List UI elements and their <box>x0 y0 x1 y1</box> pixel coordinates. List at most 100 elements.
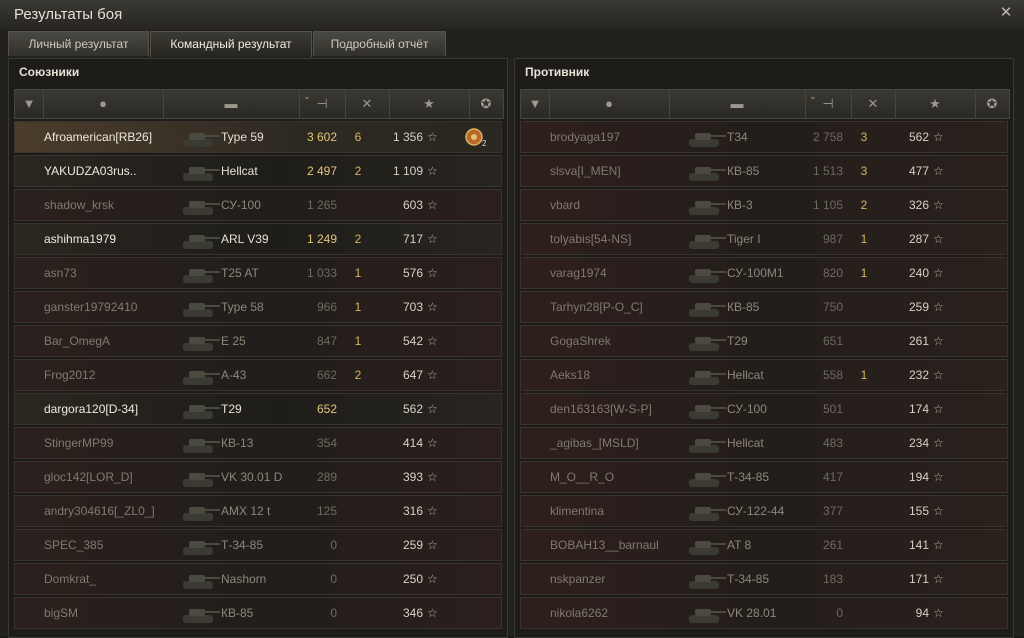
xp-value: 562 <box>402 402 423 416</box>
tab-personal-result[interactable]: Личный результат <box>8 31 149 56</box>
xp-value: 261 <box>908 334 929 348</box>
player-name: tolyabis[54-NS] <box>550 232 632 246</box>
damage-value: 1 513 <box>812 164 843 178</box>
damage-value: 966 <box>316 300 337 314</box>
player-name: nskpanzer <box>550 572 606 586</box>
close-icon[interactable]: ✕ <box>998 5 1014 21</box>
damage-value: 0 <box>330 606 337 620</box>
player-row[interactable]: YAKUDZA03rus.. Hellcat 2 497 2 1 109 ☆ <box>14 155 502 187</box>
xp-star-icon[interactable]: ★ <box>895 90 976 118</box>
player-row[interactable]: _agibas_[MSLD] Hellcat 483 234 ☆ <box>520 427 1008 459</box>
tank-name: Т-34-85 <box>727 470 770 484</box>
medal-icon[interactable]: ✪ <box>469 90 504 118</box>
player-row[interactable]: den163163[W-S-P] СУ-100 501 174 ☆ <box>520 393 1008 425</box>
player-row[interactable]: nikola6262 VK 28.01 0 94 ☆ <box>520 597 1008 629</box>
medal-icon[interactable]: ✪ <box>975 90 1010 118</box>
player-row[interactable]: Frog2012 A-43 662 2 647 ☆ <box>14 359 502 391</box>
damage-icon[interactable]: ⊣ ⌄ <box>805 90 852 118</box>
player-name: vbard <box>550 198 581 212</box>
player-row[interactable]: StingerMP99 КВ-13 354 414 ☆ <box>14 427 502 459</box>
tier-icon[interactable]: ▼ <box>521 90 550 118</box>
player-name: ganster19792410 <box>44 300 138 314</box>
tank-icon <box>689 303 726 317</box>
tank-icon <box>183 235 220 249</box>
damage-value: 662 <box>316 368 337 382</box>
xp-star-icon: ☆ <box>427 606 438 620</box>
tank-name: КВ-85 <box>727 300 760 314</box>
player-icon[interactable]: ● <box>43 90 164 118</box>
player-name: _agibas_[MSLD] <box>550 436 639 450</box>
player-row[interactable]: slsva[I_MEN] КВ-85 1 513 3 477 ☆ <box>520 155 1008 187</box>
tank-name: T29 <box>221 402 242 416</box>
kills-value: 3 <box>860 130 868 144</box>
damage-value: 501 <box>822 402 843 416</box>
kills-value: 1 <box>860 266 868 280</box>
damage-icon[interactable]: ⊣ ⌄ <box>299 90 346 118</box>
player-row[interactable]: brodyaga197 T34 2 758 3 562 ☆ <box>520 121 1008 153</box>
player-row[interactable]: asn73 T25 AT 1 033 1 576 ☆ <box>14 257 502 289</box>
xp-star-icon: ☆ <box>933 504 944 518</box>
tank-icon <box>689 541 726 555</box>
player-row[interactable]: nskpanzer Т-34-85 183 171 ☆ <box>520 563 1008 595</box>
player-row[interactable]: SPEC_385 Т-34-85 0 259 ☆ <box>14 529 502 561</box>
player-row[interactable]: Domkrat_ Nashorn 0 250 ☆ <box>14 563 502 595</box>
tab-team-result[interactable]: Командный результат <box>150 31 312 57</box>
tank-icon <box>689 269 726 283</box>
damage-value: 1 105 <box>812 198 843 212</box>
tab-detailed-report[interactable]: Подробный отчёт <box>313 31 446 56</box>
damage-value: 183 <box>822 572 843 586</box>
player-row[interactable]: varag1974 СУ-100М1 820 1 240 ☆ <box>520 257 1008 289</box>
xp-star-icon: ☆ <box>427 300 438 314</box>
tank-icon <box>183 405 220 419</box>
tank-icon <box>183 303 220 317</box>
kills-icon[interactable]: ✕ <box>851 90 896 118</box>
tank-icon[interactable]: ▬ <box>669 90 806 118</box>
player-row[interactable]: Tarhyn28[P-O_C] КВ-85 750 259 ☆ <box>520 291 1008 323</box>
tank-name: VK 28.01 <box>727 606 777 620</box>
xp-value: 346 <box>402 606 423 620</box>
player-row[interactable]: M_O__R_O Т-34-85 417 194 ☆ <box>520 461 1008 493</box>
player-name: Tarhyn28[P-O_C] <box>550 300 643 314</box>
player-row[interactable]: vbard КВ-3 1 105 2 326 ☆ <box>520 189 1008 221</box>
player-row[interactable]: ashihma1979 ARL V39 1 249 2 717 ☆ <box>14 223 502 255</box>
tank-name: Hellcat <box>727 436 764 450</box>
player-row[interactable]: gloc142[LOR_D] VK 30.01 D 289 393 ☆ <box>14 461 502 493</box>
xp-star-icon: ☆ <box>427 198 438 212</box>
tank-icon <box>689 201 726 215</box>
tank-icon <box>183 439 220 453</box>
player-name: dargora120[D-34] <box>44 402 139 416</box>
xp-value: 603 <box>402 198 423 212</box>
player-name: StingerMP99 <box>44 436 114 450</box>
kills-value: 2 <box>354 232 362 246</box>
damage-value: 483 <box>822 436 843 450</box>
tank-icon[interactable]: ▬ <box>163 90 300 118</box>
xp-star-icon: ☆ <box>427 130 438 144</box>
tank-name: СУ-122-44 <box>727 504 785 518</box>
tier-icon[interactable]: ▼ <box>15 90 44 118</box>
tank-icon <box>183 133 220 147</box>
xp-star-icon[interactable]: ★ <box>389 90 470 118</box>
player-row[interactable]: ganster19792410 Type 58 966 1 703 ☆ <box>14 291 502 323</box>
player-icon[interactable]: ● <box>549 90 670 118</box>
player-name: Frog2012 <box>44 368 96 382</box>
player-row[interactable]: BOBAH13__barnaul AT 8 261 141 ☆ <box>520 529 1008 561</box>
player-row[interactable]: shadow_krsk СУ-100 1 265 603 ☆ <box>14 189 502 221</box>
kills-icon[interactable]: ✕ <box>345 90 390 118</box>
xp-star-icon: ☆ <box>427 436 438 450</box>
kills-value: 1 <box>354 300 362 314</box>
player-row[interactable]: Afroamerican[RB26] Type 59 3 602 6 1 356 ☆ 2 <box>14 121 502 153</box>
player-name: gloc142[LOR_D] <box>44 470 133 484</box>
tank-icon <box>183 371 220 385</box>
player-row[interactable]: GogaShrek T29 651 261 ☆ <box>520 325 1008 357</box>
player-row[interactable]: Bar_OmegA E 25 847 1 542 ☆ <box>14 325 502 357</box>
player-row[interactable]: klimentina СУ-122-44 377 155 ☆ <box>520 495 1008 527</box>
player-row[interactable]: Aeks18 Hellcat 558 1 232 ☆ <box>520 359 1008 391</box>
tank-icon <box>183 575 220 589</box>
player-row[interactable]: bigSM КВ-85 0 346 ☆ <box>14 597 502 629</box>
player-row[interactable]: tolyabis[54-NS] Tiger I 987 1 287 ☆ <box>520 223 1008 255</box>
player-row[interactable]: andry304616[_ZL0_] AMX 12 t 125 316 ☆ <box>14 495 502 527</box>
player-name: asn73 <box>44 266 77 280</box>
tank-icon <box>689 133 726 147</box>
tank-name: Tiger I <box>727 232 761 246</box>
player-row[interactable]: dargora120[D-34] T29 652 562 ☆ <box>14 393 502 425</box>
